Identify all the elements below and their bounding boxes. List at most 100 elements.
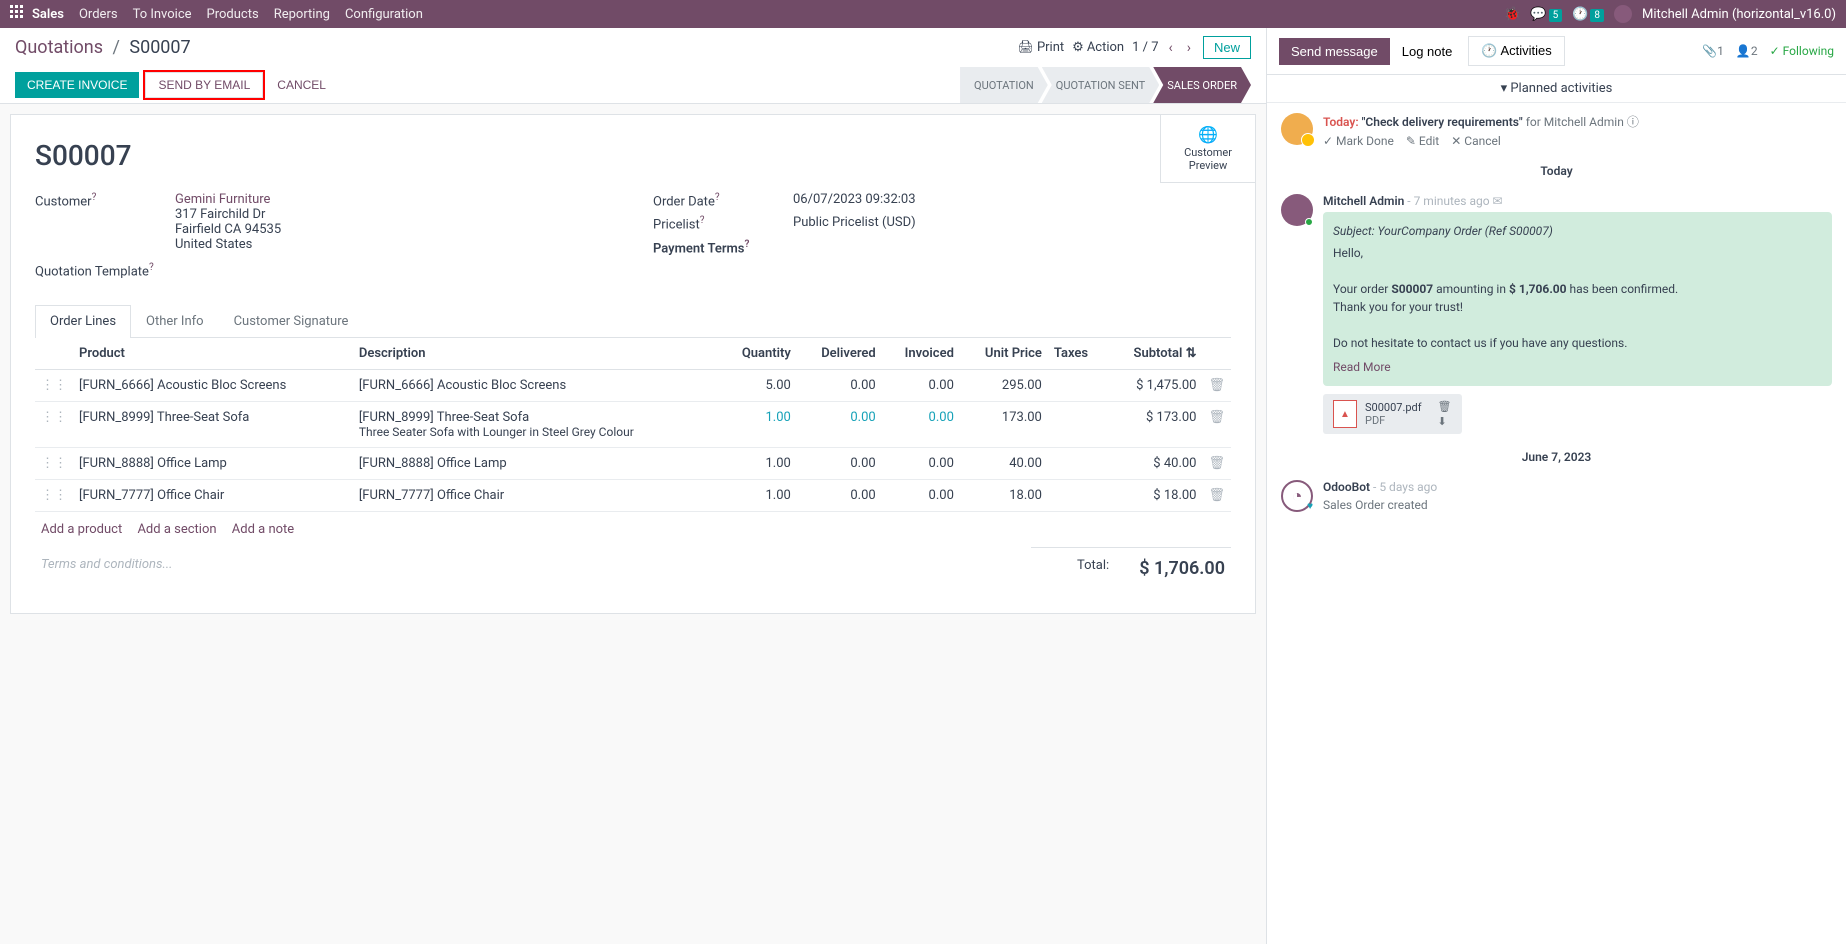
payment-terms-value[interactable] — [793, 239, 1231, 256]
debug-icon[interactable]: 🐞 — [1504, 7, 1520, 22]
mark-done-button[interactable]: ✓ Mark Done — [1323, 134, 1394, 148]
info-icon[interactable]: ⓘ — [1627, 115, 1639, 129]
th-unit-price[interactable]: Unit Price — [960, 338, 1048, 370]
cell-quantity[interactable]: 1.00 — [719, 480, 797, 512]
download-attachment-icon[interactable]: ⬇ — [1438, 415, 1452, 428]
cell-unit-price[interactable]: 173.00 — [960, 402, 1048, 448]
cell-product[interactable]: [FURN_8888] Office Lamp — [73, 448, 353, 480]
table-row[interactable]: ⋮⋮ [FURN_8888] Office Lamp [FURN_8888] O… — [35, 448, 1231, 480]
status-quotation[interactable]: QUOTATION — [960, 67, 1048, 103]
th-delivered[interactable]: Delivered — [797, 338, 882, 370]
nav-to-invoice[interactable]: To Invoice — [133, 7, 192, 22]
edit-activity-button[interactable]: ✎ Edit — [1406, 134, 1439, 148]
cell-invoiced[interactable]: 0.00 — [882, 480, 960, 512]
delete-row-icon[interactable]: 🗑 — [1202, 448, 1231, 480]
delete-row-icon[interactable]: 🗑 — [1202, 402, 1231, 448]
add-note-link[interactable]: Add a note — [232, 522, 294, 537]
messages-icon[interactable]: 💬5 — [1530, 7, 1562, 22]
cell-description[interactable]: [FURN_6666] Acoustic Bloc Screens — [353, 370, 719, 402]
cell-description[interactable]: [FURN_8999] Three-Seat SofaThree Seater … — [353, 402, 719, 448]
th-product[interactable]: Product — [73, 338, 353, 370]
table-row[interactable]: ⋮⋮ [FURN_7777] Office Chair [FURN_7777] … — [35, 480, 1231, 512]
th-description[interactable]: Description — [353, 338, 719, 370]
read-more-link[interactable]: Read More — [1333, 358, 1391, 376]
cell-product[interactable]: [FURN_7777] Office Chair — [73, 480, 353, 512]
add-product-link[interactable]: Add a product — [41, 522, 122, 537]
order-date-value[interactable]: 06/07/2023 09:32:03 — [793, 192, 1231, 209]
cell-delivered[interactable]: 0.00 — [797, 402, 882, 448]
cell-product[interactable]: [FURN_6666] Acoustic Bloc Screens — [73, 370, 353, 402]
action-button[interactable]: ⚙ Action — [1072, 40, 1124, 55]
delete-row-icon[interactable]: 🗑 — [1202, 480, 1231, 512]
cancel-activity-button[interactable]: ✕ Cancel — [1451, 134, 1501, 148]
pager-prev-icon[interactable]: ‹ — [1165, 38, 1177, 58]
cell-quantity[interactable]: 5.00 — [719, 370, 797, 402]
user-name[interactable]: Mitchell Admin (horizontal_v16.0) — [1642, 7, 1836, 22]
th-quantity[interactable]: Quantity — [719, 338, 797, 370]
customer-link[interactable]: Gemini Furniture — [175, 192, 270, 207]
breadcrumb-parent[interactable]: Quotations — [15, 37, 103, 58]
send-by-email-button[interactable]: SEND BY EMAIL — [145, 72, 263, 98]
user-avatar-icon[interactable] — [1614, 5, 1632, 23]
pager-next-icon[interactable]: › — [1183, 38, 1195, 58]
status-sales-order[interactable]: SALES ORDER — [1153, 67, 1251, 103]
cell-taxes[interactable] — [1048, 402, 1107, 448]
cell-quantity[interactable]: 1.00 — [719, 402, 797, 448]
delete-row-icon[interactable]: 🗑 — [1202, 370, 1231, 402]
apps-icon[interactable] — [10, 5, 24, 23]
cell-unit-price[interactable]: 18.00 — [960, 480, 1048, 512]
table-row[interactable]: ⋮⋮ [FURN_8999] Three-Seat Sofa [FURN_899… — [35, 402, 1231, 448]
th-invoiced[interactable]: Invoiced — [882, 338, 960, 370]
app-name[interactable]: Sales — [32, 7, 64, 22]
nav-configuration[interactable]: Configuration — [345, 7, 423, 22]
activities-button[interactable]: 🕐 Activities — [1468, 36, 1564, 66]
envelope-icon[interactable]: ✉ — [1493, 194, 1503, 208]
new-button[interactable]: New — [1203, 36, 1251, 59]
following-button[interactable]: ✓ Following — [1770, 44, 1834, 58]
tab-order-lines[interactable]: Order Lines — [35, 305, 131, 338]
nav-reporting[interactable]: Reporting — [274, 7, 330, 22]
th-subtotal[interactable]: Subtotal ⇅ — [1107, 338, 1203, 370]
drag-handle-icon[interactable]: ⋮⋮ — [35, 480, 73, 512]
planned-activities-toggle[interactable]: ▾ Planned activities — [1267, 75, 1846, 103]
cell-quantity[interactable]: 1.00 — [719, 448, 797, 480]
create-invoice-button[interactable]: CREATE INVOICE — [15, 72, 139, 98]
delete-attachment-icon[interactable]: 🗑 — [1438, 400, 1452, 413]
cell-taxes[interactable] — [1048, 370, 1107, 402]
table-row[interactable]: ⋮⋮ [FURN_6666] Acoustic Bloc Screens [FU… — [35, 370, 1231, 402]
cell-invoiced[interactable]: 0.00 — [882, 448, 960, 480]
send-message-button[interactable]: Send message — [1279, 38, 1390, 65]
attachments-count[interactable]: 📎1 — [1702, 44, 1724, 58]
cell-description[interactable]: [FURN_7777] Office Chair — [353, 480, 719, 512]
drag-handle-icon[interactable]: ⋮⋮ — [35, 370, 73, 402]
drag-handle-icon[interactable]: ⋮⋮ — [35, 402, 73, 448]
log-note-button[interactable]: Log note — [1390, 38, 1465, 65]
th-taxes[interactable]: Taxes — [1048, 338, 1107, 370]
customer-preview-button[interactable]: 🌐 Customer Preview — [1160, 115, 1255, 183]
attachment-item[interactable]: ▲ S00007.pdf PDF 🗑 ⬇ — [1323, 394, 1462, 434]
cell-delivered[interactable]: 0.00 — [797, 480, 882, 512]
status-quotation-sent[interactable]: QUOTATION SENT — [1042, 67, 1159, 103]
tab-customer-signature[interactable]: Customer Signature — [219, 305, 364, 337]
cell-taxes[interactable] — [1048, 448, 1107, 480]
quotation-template-value[interactable] — [175, 262, 613, 279]
cell-description[interactable]: [FURN_8888] Office Lamp — [353, 448, 719, 480]
cell-unit-price[interactable]: 295.00 — [960, 370, 1048, 402]
followers-count[interactable]: 👤2 — [1736, 44, 1758, 58]
cell-product[interactable]: [FURN_8999] Three-Seat Sofa — [73, 402, 353, 448]
nav-orders[interactable]: Orders — [79, 7, 118, 22]
column-options-icon[interactable]: ⇅ — [1186, 346, 1197, 361]
pricelist-value[interactable]: Public Pricelist (USD) — [793, 215, 1231, 232]
cell-delivered[interactable]: 0.00 — [797, 448, 882, 480]
nav-products[interactable]: Products — [207, 7, 259, 22]
cell-invoiced[interactable]: 0.00 — [882, 370, 960, 402]
tab-other-info[interactable]: Other Info — [131, 305, 219, 337]
cell-invoiced[interactable]: 0.00 — [882, 402, 960, 448]
cell-delivered[interactable]: 0.00 — [797, 370, 882, 402]
cancel-button[interactable]: CANCEL — [265, 72, 338, 98]
terms-input[interactable]: Terms and conditions... — [35, 547, 1031, 589]
add-section-link[interactable]: Add a section — [137, 522, 216, 537]
cell-taxes[interactable] — [1048, 480, 1107, 512]
cell-unit-price[interactable]: 40.00 — [960, 448, 1048, 480]
print-button[interactable]: 🖨 Print — [1017, 40, 1064, 55]
